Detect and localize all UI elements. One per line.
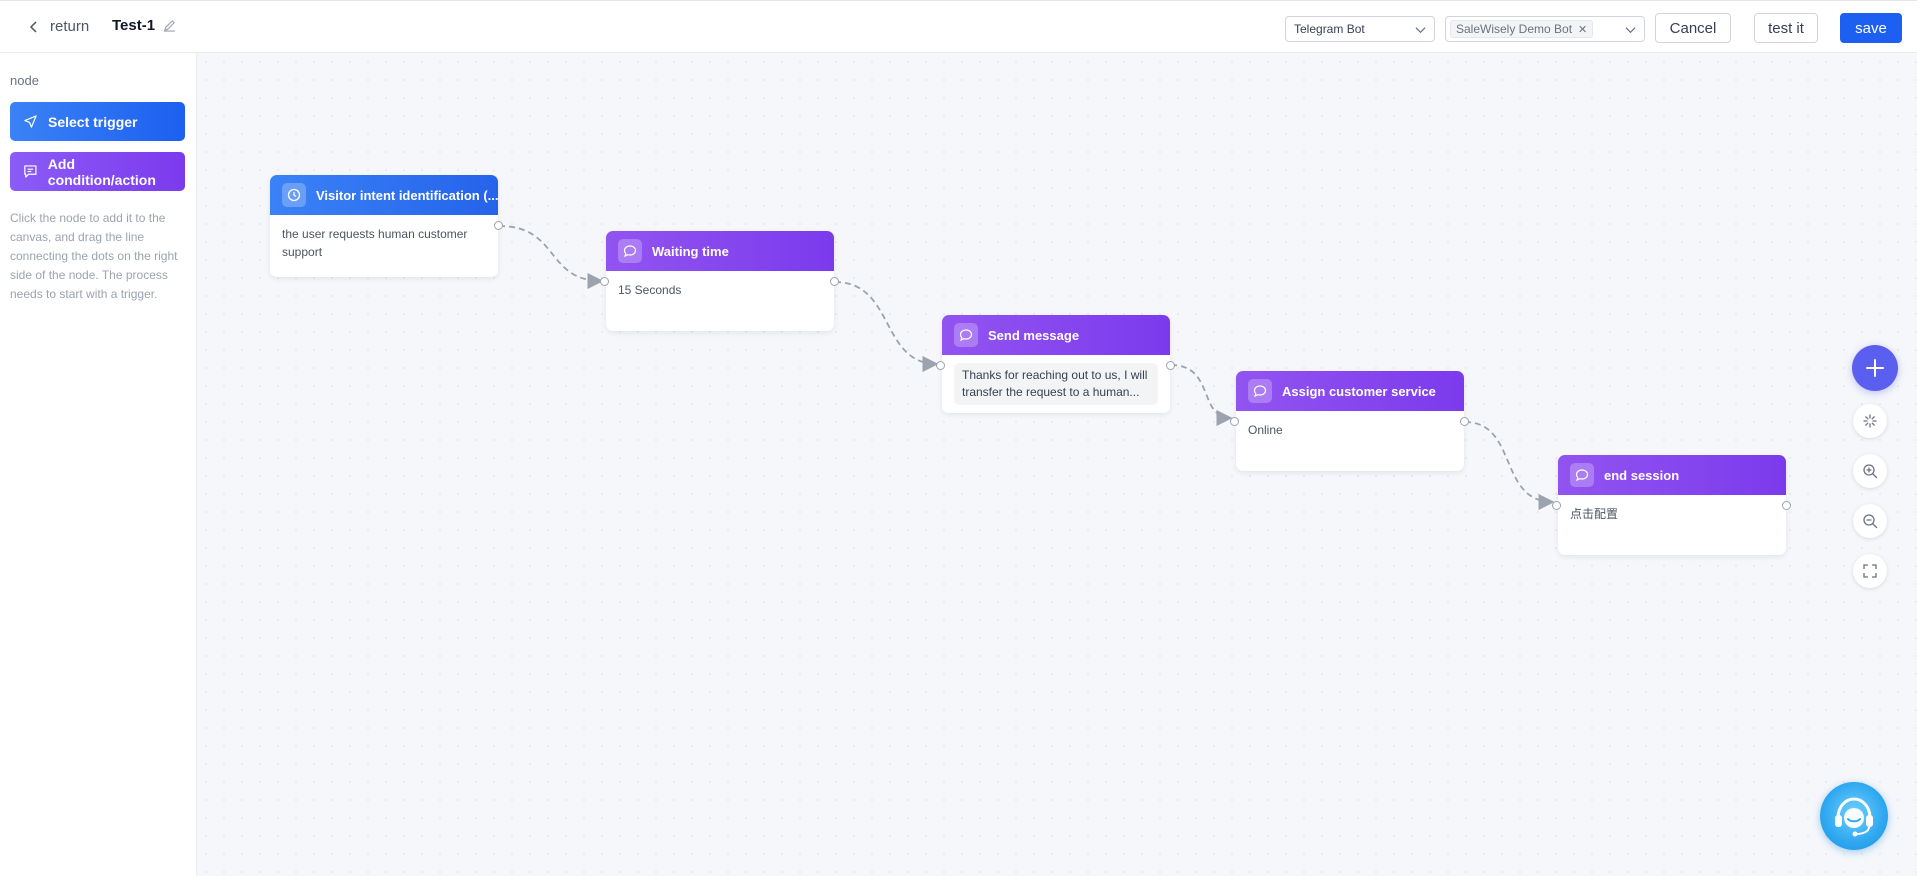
flow-node-end-session[interactable]: end session 点击配置 xyxy=(1558,455,1786,555)
node-body: 点击配置 xyxy=(1570,507,1619,521)
node-title: Visitor intent identification (... xyxy=(316,187,498,203)
node-body: 15 Seconds xyxy=(618,283,682,297)
magic-icon xyxy=(1863,414,1877,428)
flow-title: Test-1 xyxy=(112,17,176,34)
save-button[interactable]: save xyxy=(1840,13,1902,43)
flow-node-waiting-time[interactable]: Waiting time 15 Seconds xyxy=(606,231,834,331)
select-trigger-button[interactable]: Select trigger xyxy=(10,102,185,141)
chat-bubble-icon xyxy=(1248,379,1272,403)
zoom-in-button[interactable] xyxy=(1853,454,1887,488)
node-title: end session xyxy=(1604,467,1680,483)
channel-select[interactable]: Telegram Bot xyxy=(1285,16,1435,42)
flow-node-assign-customer-service[interactable]: Assign customer service Online xyxy=(1236,371,1464,471)
node-header: Assign customer service xyxy=(1236,371,1464,411)
return-label: return xyxy=(50,18,90,35)
flow-node-send-message[interactable]: Send message Thanks for reaching out to … xyxy=(942,315,1170,413)
node-body: Thanks for reaching out to us, I will tr… xyxy=(942,355,1170,413)
node-output-port[interactable] xyxy=(1460,417,1469,426)
node-header: end session xyxy=(1558,455,1786,495)
plus-icon xyxy=(1866,359,1884,377)
sidebar-help-text: Click the node to add it to the canvas, … xyxy=(10,211,178,301)
chevron-left-icon xyxy=(29,20,37,33)
zoom-out-button[interactable] xyxy=(1853,504,1887,538)
flow-name: Test-1 xyxy=(112,17,156,34)
node-input-port[interactable] xyxy=(936,361,945,370)
node-output-port[interactable] xyxy=(494,221,503,230)
node-output-port[interactable] xyxy=(830,277,839,286)
node-header: Waiting time xyxy=(606,231,834,271)
node-header: Visitor intent identification (... xyxy=(270,175,498,215)
node-body: Online xyxy=(1248,423,1283,437)
chat-bubble-icon xyxy=(1570,463,1594,487)
send-icon xyxy=(24,115,37,128)
headset-icon xyxy=(1835,797,1873,837)
node-title: Assign customer service xyxy=(1282,383,1436,399)
bot-select[interactable]: SaleWisely Demo Bot ✕ xyxy=(1445,16,1645,42)
fullscreen-icon xyxy=(1863,564,1877,578)
clock-icon xyxy=(282,183,306,207)
return-button[interactable]: return xyxy=(28,18,89,35)
close-icon[interactable]: ✕ xyxy=(1578,23,1587,36)
add-condition-action-label: Add condition/action xyxy=(47,155,156,188)
chevron-down-icon xyxy=(1625,27,1636,34)
add-node-button[interactable] xyxy=(1852,345,1898,391)
bot-tag: SaleWisely Demo Bot ✕ xyxy=(1450,20,1594,38)
node-input-port[interactable] xyxy=(1552,501,1561,510)
auto-layout-button[interactable] xyxy=(1853,404,1887,438)
sidebar-section-label: node xyxy=(10,73,39,88)
chat-bubble-icon xyxy=(954,323,978,347)
fullscreen-button[interactable] xyxy=(1853,554,1887,588)
bot-tag-label: SaleWisely Demo Bot xyxy=(1456,22,1573,36)
select-trigger-label: Select trigger xyxy=(48,113,138,130)
node-sidebar: node Select trigger Add condition/action… xyxy=(0,53,197,876)
zoom-in-icon xyxy=(1863,464,1878,479)
message-square-icon xyxy=(24,165,37,178)
node-title: Send message xyxy=(988,327,1080,343)
node-header: Send message xyxy=(942,315,1170,355)
message-preview: Thanks for reaching out to us, I will tr… xyxy=(954,363,1158,405)
node-input-port[interactable] xyxy=(600,277,609,286)
flow-node-visitor-intent[interactable]: Visitor intent identification (... the u… xyxy=(270,175,498,277)
top-bar: return Test-1 Telegram Bot SaleWisely De… xyxy=(0,0,1917,53)
zoom-out-icon xyxy=(1863,514,1878,529)
chevron-down-icon xyxy=(1415,27,1426,34)
edit-icon[interactable] xyxy=(163,19,176,32)
customer-support-widget[interactable] xyxy=(1820,782,1888,850)
cancel-button[interactable]: Cancel xyxy=(1655,13,1731,43)
chat-bubble-icon xyxy=(618,239,642,263)
node-title: Waiting time xyxy=(652,243,729,259)
node-output-port[interactable] xyxy=(1166,361,1175,370)
test-button[interactable]: test it xyxy=(1754,13,1818,43)
node-output-port[interactable] xyxy=(1782,501,1791,510)
node-input-port[interactable] xyxy=(1230,417,1239,426)
node-body: the user requests human customer support xyxy=(282,227,468,259)
add-condition-action-button[interactable]: Add condition/action xyxy=(10,152,185,191)
channel-select-value: Telegram Bot xyxy=(1294,22,1365,36)
